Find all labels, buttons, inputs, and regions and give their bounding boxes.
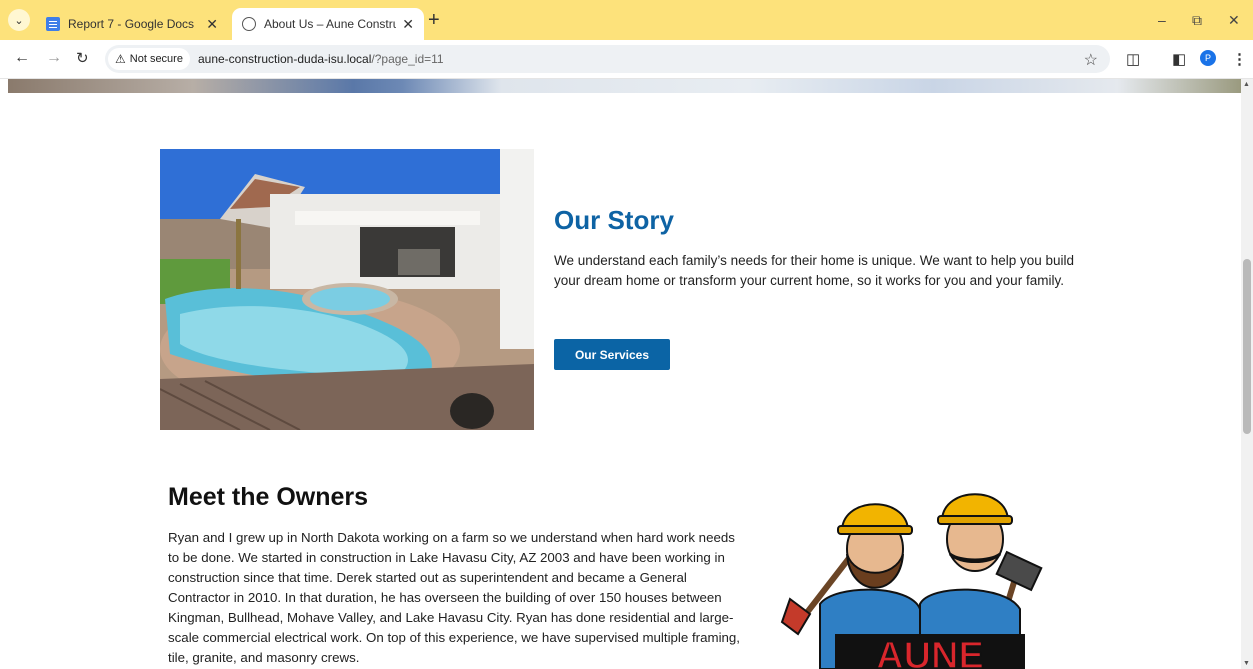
google-docs-icon (46, 17, 60, 31)
security-label: Not secure (129, 53, 183, 65)
globe-icon (242, 17, 256, 31)
close-icon[interactable]: ✕ (402, 16, 414, 33)
close-icon[interactable]: ✕ (206, 16, 218, 33)
security-indicator[interactable]: ⚠ Not secure (108, 48, 190, 70)
tab-google-docs[interactable]: Report 7 - Google Docs ✕ (36, 8, 228, 40)
profile-avatar[interactable]: P (1200, 50, 1216, 66)
extensions-icon[interactable]: ◫ (1126, 50, 1140, 68)
story-heading: Our Story (554, 205, 674, 235)
scroll-up-arrow-icon[interactable]: ▲ (1243, 81, 1250, 88)
address-bar[interactable]: ⚠ Not secure aune-construction-duda-isu.… (105, 45, 1110, 73)
tab-title: About Us – Aune Construction (264, 17, 397, 31)
vertical-scrollbar[interactable]: ▲ ▼ (1241, 79, 1253, 669)
warning-icon: ⚠ (115, 52, 126, 66)
url-host: aune-construction-duda-isu.local (197, 52, 372, 66)
new-tab-button[interactable]: + (428, 10, 440, 30)
our-services-button[interactable]: Our Services (554, 339, 670, 370)
url-text[interactable]: aune-construction-duda-isu.local/?page_i… (198, 52, 444, 66)
scrollbar-thumb[interactable] (1243, 259, 1251, 434)
owners-paragraph: Ryan and I grew up in North Dakota worki… (168, 530, 741, 665)
side-panel-icon[interactable]: ◧ (1172, 50, 1186, 68)
tab-strip: ⌄ Report 7 - Google Docs ✕ About Us – Au… (0, 0, 1253, 40)
restore-icon[interactable]: ⧉ (1192, 12, 1202, 29)
owners-heading: Meet the Owners (168, 483, 369, 511)
minimize-icon[interactable]: – (1158, 12, 1166, 28)
forward-arrow-icon[interactable]: → (46, 49, 62, 67)
aune-mascot-logo: AUNE (780, 484, 1060, 669)
back-arrow-icon[interactable]: ← (14, 49, 30, 67)
tab-about-us[interactable]: About Us – Aune Construction ✕ (232, 8, 424, 40)
url-path: /?page_id=11 (371, 52, 444, 66)
page-viewport: Our Story We understand each family’s ne… (0, 79, 1241, 669)
reload-icon[interactable]: ↻ (76, 49, 89, 67)
menu-kebab-icon[interactable]: ⋮ (1232, 50, 1247, 68)
tab-search-button[interactable]: ⌄ (8, 9, 30, 31)
tab-title: Report 7 - Google Docs (68, 17, 195, 31)
story-paragraph: We understand each family’s needs for th… (554, 253, 1075, 288)
browser-toolbar: ← → ↻ ⚠ Not secure aune-construction-dud… (0, 40, 1253, 79)
logo-wordmark: AUNE (876, 635, 984, 669)
bookmark-star-icon[interactable]: ☆ (1084, 50, 1098, 70)
chevron-down-icon: ⌄ (14, 14, 24, 27)
scroll-down-arrow-icon[interactable]: ▼ (1243, 660, 1250, 667)
hero-image-strip (8, 79, 1241, 93)
window-close-icon[interactable]: ✕ (1228, 12, 1240, 29)
pool-photo (160, 149, 534, 430)
